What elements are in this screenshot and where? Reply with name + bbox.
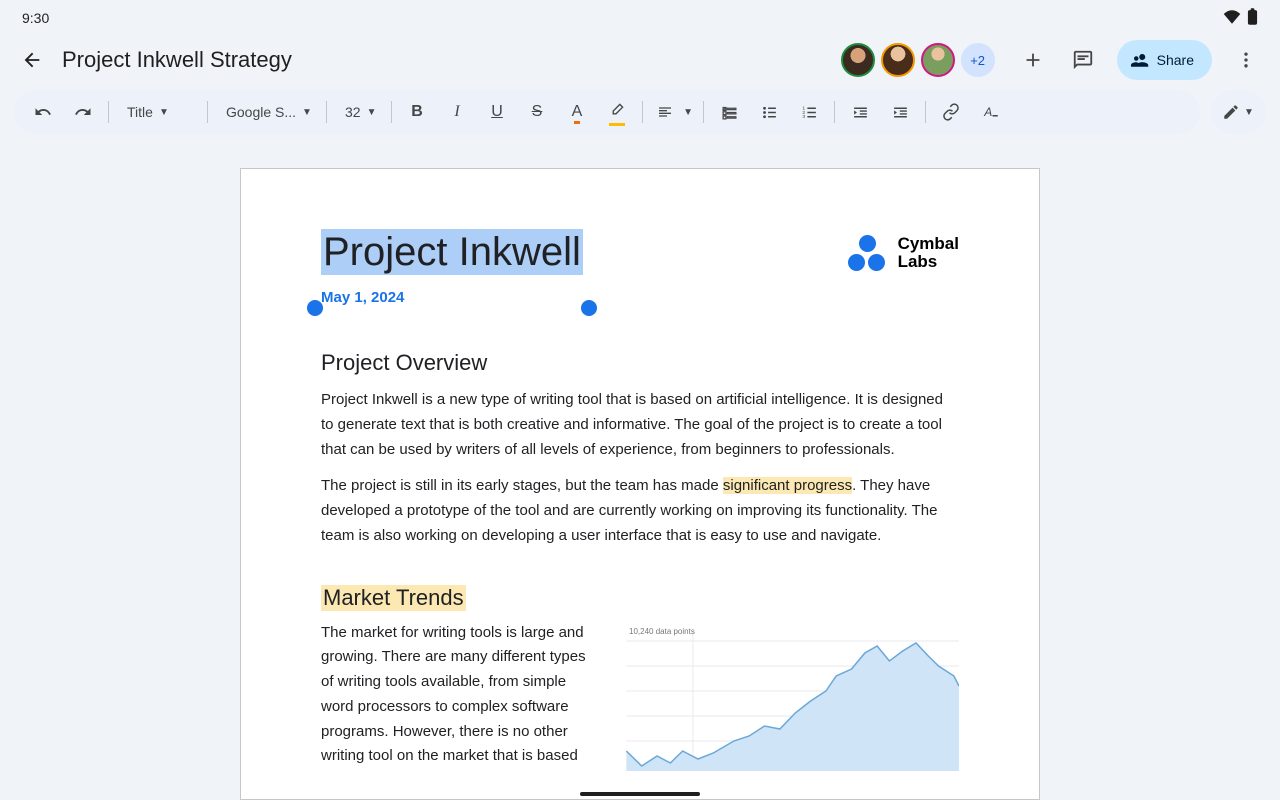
paragraph[interactable]: Project Inkwell is a new type of writing… bbox=[321, 388, 959, 462]
clear-formatting-button[interactable]: A bbox=[972, 96, 1010, 128]
bold-button[interactable]: B bbox=[398, 96, 436, 128]
wifi-icon bbox=[1223, 10, 1241, 27]
chevron-down-icon: ▼ bbox=[367, 107, 377, 118]
increase-indent-button[interactable] bbox=[881, 96, 919, 128]
comments-button[interactable] bbox=[1063, 40, 1103, 80]
share-button[interactable]: Share bbox=[1117, 40, 1212, 80]
paragraph[interactable]: The market for writing tools is large an… bbox=[321, 621, 591, 771]
section-heading[interactable]: Market Trends bbox=[321, 585, 466, 611]
status-time: 9:30 bbox=[22, 10, 49, 26]
section-heading[interactable]: Project Overview bbox=[321, 350, 959, 376]
document-heading[interactable]: Project Inkwell bbox=[321, 229, 583, 275]
text-color-button[interactable]: A bbox=[558, 96, 596, 128]
bulleted-list-button[interactable] bbox=[750, 96, 788, 128]
chevron-down-icon: ▼ bbox=[1244, 107, 1254, 118]
formatting-toolbar: Title ▼ Google S... ▼ 32 ▼ B I U S A bbox=[14, 90, 1200, 134]
insert-link-button[interactable] bbox=[932, 96, 970, 128]
selection-handle-end[interactable] bbox=[581, 300, 597, 316]
paragraph-style-dropdown[interactable]: Title ▼ bbox=[115, 96, 201, 128]
undo-button[interactable] bbox=[24, 96, 62, 128]
decrease-indent-button[interactable] bbox=[841, 96, 879, 128]
back-button[interactable] bbox=[12, 40, 52, 80]
titlebar: Project Inkwell Strategy +2 Share bbox=[0, 30, 1280, 90]
collaborator-avatars: +2 bbox=[841, 43, 995, 77]
company-logo: Cymbal Labs bbox=[848, 235, 959, 271]
numbered-list-button[interactable]: 123 bbox=[790, 96, 828, 128]
chevron-down-icon: ▼ bbox=[302, 107, 312, 118]
document-title[interactable]: Project Inkwell Strategy bbox=[62, 47, 292, 73]
selection-handle-start[interactable] bbox=[307, 300, 323, 316]
document-page[interactable]: Project Inkwell May 1, 2024 Cymbal Labs … bbox=[240, 168, 1040, 800]
avatar-overflow[interactable]: +2 bbox=[961, 43, 995, 77]
navigation-handle[interactable] bbox=[580, 792, 700, 796]
strikethrough-button[interactable]: S bbox=[518, 96, 556, 128]
logo-icon bbox=[848, 235, 888, 271]
share-label: Share bbox=[1157, 52, 1194, 68]
redo-button[interactable] bbox=[64, 96, 102, 128]
new-tab-button[interactable] bbox=[1013, 40, 1053, 80]
page-canvas[interactable]: Project Inkwell May 1, 2024 Cymbal Labs … bbox=[0, 150, 1280, 800]
avatar[interactable] bbox=[841, 43, 875, 77]
italic-button[interactable]: I bbox=[438, 96, 476, 128]
chevron-down-icon: ▼ bbox=[159, 107, 169, 118]
avatar[interactable] bbox=[921, 43, 955, 77]
highlighted-text: significant progress bbox=[723, 477, 852, 494]
editing-mode-button[interactable]: ▼ bbox=[1210, 90, 1266, 134]
document-date[interactable]: May 1, 2024 bbox=[321, 289, 583, 306]
font-family-dropdown[interactable]: Google S... ▼ bbox=[214, 96, 320, 128]
paragraph[interactable]: The project is still in its early stages… bbox=[321, 474, 959, 548]
checklist-button[interactable] bbox=[710, 96, 748, 128]
avatar[interactable] bbox=[881, 43, 915, 77]
svg-text:3: 3 bbox=[802, 114, 805, 120]
font-size-dropdown[interactable]: 32 ▼ bbox=[333, 96, 385, 128]
chevron-down-icon: ▼ bbox=[683, 107, 693, 118]
more-options-button[interactable] bbox=[1226, 40, 1266, 80]
underline-button[interactable]: U bbox=[478, 96, 516, 128]
svg-text:A: A bbox=[983, 105, 992, 119]
status-bar: 9:30 bbox=[0, 0, 1280, 30]
align-button[interactable]: ▼ bbox=[649, 96, 697, 128]
battery-icon bbox=[1247, 8, 1258, 28]
embedded-chart[interactable]: 10,240 data points bbox=[611, 621, 959, 771]
highlight-color-button[interactable] bbox=[598, 96, 636, 128]
